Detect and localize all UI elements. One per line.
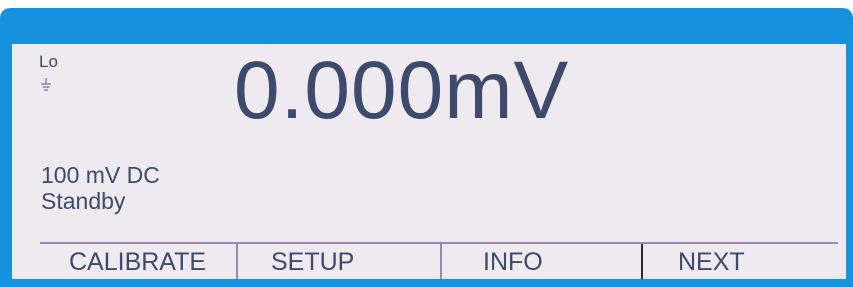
instrument-bezel: Lo 0.000mV 100 mV DC Standby CALIBRATE S… xyxy=(0,8,853,287)
input-terminal-indicator: Lo xyxy=(39,52,58,71)
softkey-separator xyxy=(440,244,442,279)
softkey-next[interactable]: NEXT xyxy=(678,246,745,279)
range-label: 100 mV DC xyxy=(41,162,160,188)
softkey-setup[interactable]: SETUP xyxy=(271,246,354,279)
softkey-info[interactable]: INFO xyxy=(483,246,543,279)
ground-icon xyxy=(41,78,51,91)
status-label: Standby xyxy=(41,188,126,214)
main-reading: 0.000mV xyxy=(234,45,570,136)
display-screen: Lo 0.000mV 100 mV DC Standby CALIBRATE S… xyxy=(12,44,846,279)
softkey-divider xyxy=(40,242,838,244)
softkey-separator xyxy=(236,244,238,279)
softkey-calibrate[interactable]: CALIBRATE xyxy=(69,246,206,279)
softkey-separator xyxy=(641,244,643,279)
